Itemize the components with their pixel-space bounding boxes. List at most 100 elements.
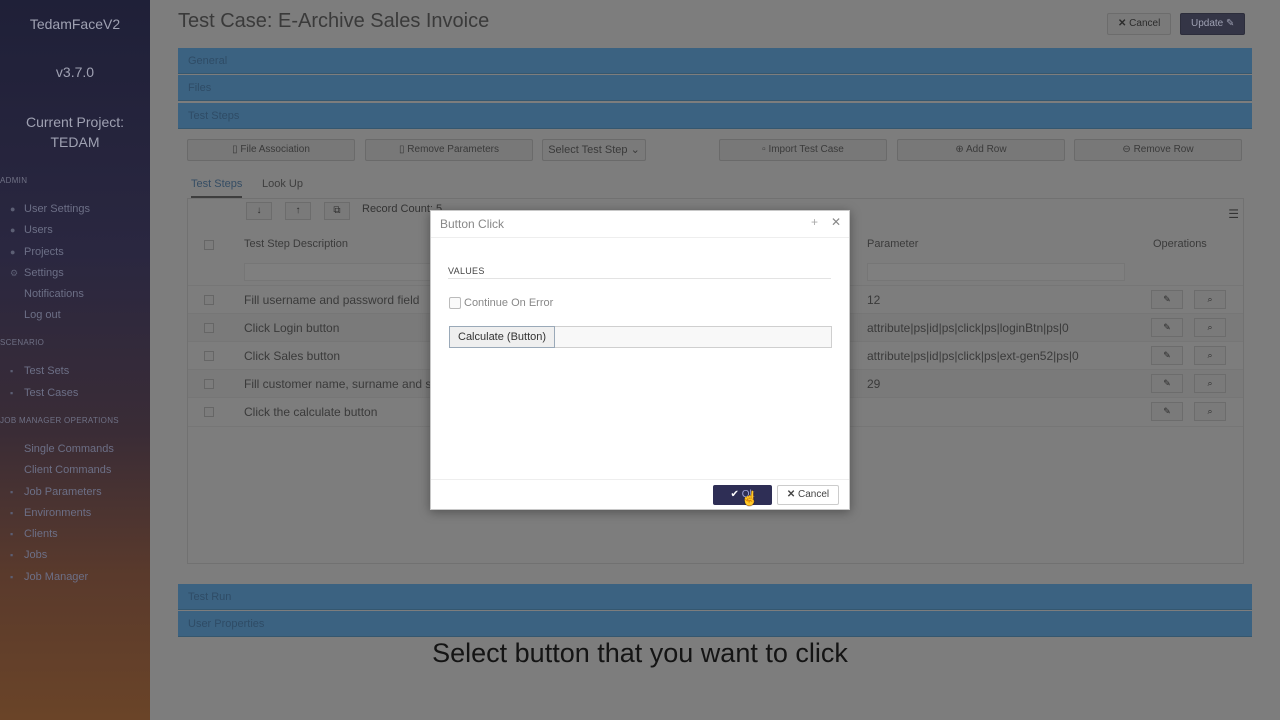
copy-button[interactable]: ⧉: [324, 202, 350, 220]
view-row-button[interactable]: ⌕: [1194, 318, 1226, 337]
edit-icon: ✎: [1163, 350, 1171, 360]
panel-test-run[interactable]: Test Run: [178, 584, 1252, 610]
folder-icon: ●: [10, 247, 16, 257]
column-header-operations: Operations: [1153, 238, 1207, 250]
button-select-field[interactable]: Calculate (Button): [449, 326, 832, 348]
view-row-button[interactable]: ⌕: [1194, 374, 1226, 393]
remove-parameters-button[interactable]: ▯ Remove Parameters: [365, 139, 533, 161]
column-header-description[interactable]: Test Step Description: [244, 238, 348, 250]
row-checkbox[interactable]: [204, 295, 214, 305]
search-icon: ⌕: [1207, 322, 1213, 332]
parameters-icon: ▪: [10, 487, 14, 497]
panel-user-properties[interactable]: User Properties: [178, 611, 1252, 637]
section-admin: ADMIN: [0, 176, 28, 185]
edit-icon: ✎: [1226, 18, 1235, 29]
file-association-button[interactable]: ▯ File Association: [187, 139, 355, 161]
sidebar-item-projects[interactable]: ● Projects: [10, 246, 64, 258]
sidebar-item-job-manager[interactable]: ▪ Job Manager: [10, 571, 88, 583]
edit-icon: ✎: [1163, 406, 1171, 416]
panel-test-steps[interactable]: Test Steps: [178, 103, 1252, 129]
import-test-case-button[interactable]: ▫ Import Test Case: [719, 139, 887, 161]
sidebar-item-users[interactable]: ● Users: [10, 224, 53, 236]
close-icon: ✕: [786, 489, 796, 500]
arrow-up-icon: ↑: [295, 205, 301, 216]
view-row-button[interactable]: ⌕: [1194, 346, 1226, 365]
row-checkbox[interactable]: [204, 379, 214, 389]
gear-icon: ⚙: [10, 268, 19, 278]
dialog-cancel-button[interactable]: ✕ Cancel: [777, 485, 839, 505]
sidebar-item-notifications[interactable]: Notifications: [10, 288, 84, 300]
sidebar-item-test-cases[interactable]: ▪ Test Cases: [10, 387, 78, 399]
tab-look-up[interactable]: Look Up: [262, 178, 303, 190]
sidebar-item-single-commands[interactable]: Single Commands: [10, 443, 114, 455]
menu-icon[interactable]: ☰: [1228, 207, 1239, 221]
search-icon: ⌕: [1207, 378, 1213, 388]
arrow-down-icon: ↓: [256, 205, 262, 216]
cell-description: Click Login button: [244, 321, 340, 335]
sidebar-item-job-parameters[interactable]: ▪ Job Parameters: [10, 486, 102, 498]
panel-general[interactable]: General: [178, 48, 1252, 74]
sidebar-item-environments[interactable]: ▪ Environments: [10, 507, 91, 519]
copy-icon: ⧉: [333, 205, 341, 216]
edit-row-button[interactable]: ✎: [1151, 374, 1183, 393]
sidebar-item-clients[interactable]: ▪ Clients: [10, 528, 58, 540]
search-icon: ⌕: [1207, 294, 1213, 304]
values-section-label: VALUES: [448, 266, 485, 276]
environment-icon: ▪: [10, 508, 14, 518]
current-project: Current Project: TEDAM: [0, 112, 150, 152]
sidebar-item-settings[interactable]: ⚙ Settings: [10, 267, 64, 279]
select-all-checkbox[interactable]: [204, 240, 214, 250]
edit-row-button[interactable]: ✎: [1151, 290, 1183, 309]
divider: [431, 237, 849, 238]
remove-row-button[interactable]: ⊖ Remove Row: [1074, 139, 1242, 161]
edit-icon: ✎: [1163, 294, 1171, 304]
sidebar-item-test-sets[interactable]: ▪ Test Sets: [10, 365, 69, 377]
view-row-button[interactable]: ⌕: [1194, 402, 1226, 421]
dialog-title: Button Click: [440, 217, 505, 231]
header-cancel-button[interactable]: ✕ Cancel: [1107, 13, 1172, 35]
cell-description: Click the calculate button: [244, 405, 378, 419]
maximize-icon[interactable]: +: [811, 215, 818, 229]
sidebar-item-client-commands[interactable]: Client Commands: [10, 464, 111, 476]
divider: [431, 479, 849, 480]
add-row-button[interactable]: ⊕ Add Row: [897, 139, 1065, 161]
parameter-filter-input[interactable]: [867, 263, 1125, 281]
edit-row-button[interactable]: ✎: [1151, 346, 1183, 365]
move-down-button[interactable]: ↓: [246, 202, 272, 220]
edit-row-button[interactable]: ✎: [1151, 402, 1183, 421]
sidebar-item-jobs[interactable]: ▪ Jobs: [10, 549, 47, 561]
header-update-button[interactable]: Update ✎: [1180, 13, 1246, 35]
continue-on-error-label[interactable]: Continue On Error: [464, 297, 553, 309]
sidebar-item-user-settings[interactable]: ● User Settings: [10, 203, 90, 215]
cell-description: Click Sales button: [244, 349, 341, 363]
tab-test-steps[interactable]: Test Steps: [191, 178, 243, 198]
job-icon: ▪: [10, 550, 14, 560]
search-icon: ⌕: [1207, 350, 1213, 360]
column-header-parameter[interactable]: Parameter: [867, 238, 918, 250]
move-up-button[interactable]: ↑: [285, 202, 311, 220]
row-checkbox[interactable]: [204, 407, 214, 417]
cell-parameter: attribute|ps|id|ps|click|ps|ext-gen52|ps…: [867, 349, 1079, 363]
edit-icon: ✎: [1163, 322, 1171, 332]
version-label: v3.7.0: [55, 64, 95, 80]
selected-button-chip[interactable]: Calculate (Button): [449, 326, 556, 348]
file-icon: ▯: [399, 144, 405, 155]
client-icon: ▪: [10, 529, 14, 539]
current-project-label: Current Project:: [25, 114, 125, 130]
continue-on-error-checkbox[interactable]: [449, 297, 461, 309]
close-icon: ✕: [1118, 18, 1127, 29]
cell-parameter: 29: [867, 377, 881, 391]
select-test-step-dropdown[interactable]: Select Test Step ⌄: [542, 139, 646, 161]
panel-files[interactable]: Files: [178, 75, 1252, 101]
close-icon[interactable]: ✕: [831, 215, 841, 229]
brand-name[interactable]: TedamFaceV2: [0, 16, 150, 32]
row-checkbox[interactable]: [204, 351, 214, 361]
sidebar-item-logout[interactable]: Log out: [10, 309, 61, 321]
view-row-button[interactable]: ⌕: [1194, 290, 1226, 309]
job-manager-icon: ▪: [10, 572, 14, 582]
users-icon: ●: [10, 225, 16, 235]
edit-row-button[interactable]: ✎: [1151, 318, 1183, 337]
check-icon: ✔: [730, 489, 739, 500]
button-click-dialog: Button Click + ✕ VALUES Continue On Erro…: [430, 210, 850, 510]
row-checkbox[interactable]: [204, 323, 214, 333]
